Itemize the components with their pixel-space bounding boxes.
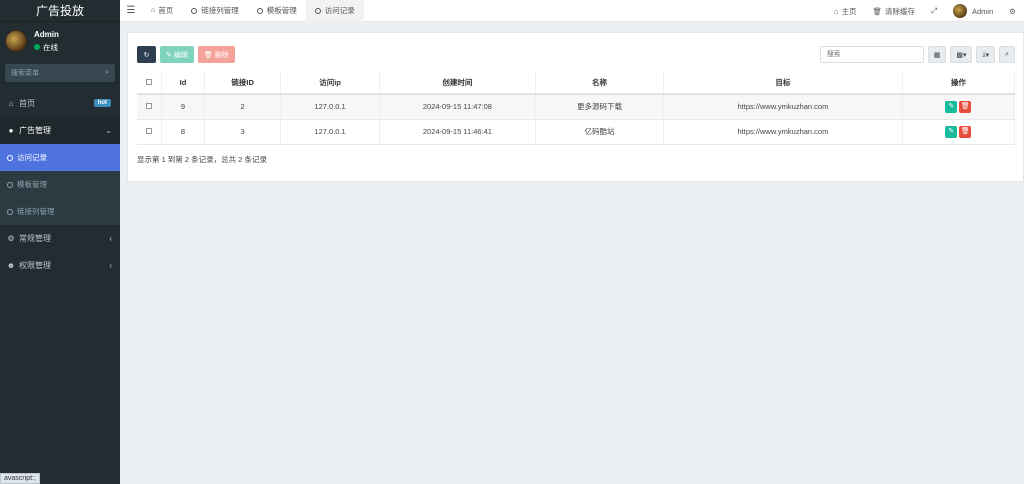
delete-button[interactable]: 🗑 删除 [197, 46, 235, 63]
table-icon: ▦ [933, 51, 941, 59]
grid-icon: ▩ [956, 51, 963, 59]
sidebar-item-visit-log[interactable]: 访问记录 [0, 144, 120, 171]
edit-button[interactable]: ✎ 编辑 [160, 46, 194, 63]
user-status: 在线 [34, 42, 59, 53]
cell-link-id: 2 [204, 94, 282, 120]
cell-id: 8 [161, 119, 206, 145]
circle-icon [7, 208, 13, 215]
sidebar-item-general[interactable]: ⚙ 常规管理 ‹ [0, 225, 120, 252]
tab-home[interactable]: ⌂ 首页 [142, 0, 182, 22]
home-icon: ⌂ [833, 6, 839, 16]
sidebar-item-link-management[interactable]: 链接列管理 [0, 198, 120, 225]
clear-cache-button[interactable]: 🗑 清除缓存 [864, 6, 923, 17]
row-edit-icon[interactable]: ✎ [945, 100, 958, 113]
chevron-left-icon: ‹ [109, 234, 112, 243]
cell-name: 亿码酷站 [535, 119, 665, 145]
row-checkbox[interactable] [145, 128, 152, 134]
sidebar-item-ad-management[interactable]: ● 广告管理 ⌄ [0, 117, 120, 144]
cell-target: https://www.ymkuzhan.com [663, 119, 903, 145]
cell-link-id: 3 [204, 119, 282, 145]
toggle-view-button[interactable]: ▦ [927, 46, 947, 63]
home-link[interactable]: ⌂ 主页 [826, 6, 865, 17]
cell-ip: 127.0.0.1 [280, 119, 381, 145]
tab-template-management[interactable]: 模板管理 [248, 0, 306, 22]
ad-icon: ● [8, 126, 14, 135]
avatar [953, 4, 967, 18]
column-header[interactable]: 目标 [663, 71, 903, 95]
tab-visit-log[interactable]: 访问记录 [305, 0, 364, 22]
column-header: 操作 [902, 71, 1016, 95]
circle-icon [314, 7, 321, 14]
export-button[interactable]: ⤓ ▾ [976, 46, 996, 63]
chevron-left-icon: ‹ [109, 261, 112, 270]
circle-icon [7, 181, 13, 188]
tab-link-management[interactable]: 链接列管理 [182, 0, 248, 22]
sidebar-item-home[interactable]: ⌂ 首页 hot [0, 90, 120, 117]
home-icon: ⌂ [151, 7, 156, 14]
refresh-button[interactable]: ↻ [137, 46, 156, 63]
settings-gear-icon[interactable]: ⚙ [1001, 7, 1024, 16]
gears-icon: ⚙ [7, 234, 15, 243]
search-button[interactable]: ⌕ [999, 46, 1015, 63]
row-delete-icon[interactable]: 🗑 [959, 100, 972, 113]
user-panel: Admin 在线 [0, 22, 120, 60]
users-icon: ☻ [6, 261, 16, 270]
avatar [5, 30, 27, 52]
home-icon: ⌂ [8, 99, 14, 108]
refresh-icon: ↻ [143, 51, 150, 59]
column-header[interactable]: 链接ID [204, 71, 282, 95]
hot-badge: hot [93, 99, 111, 107]
user-menu[interactable]: Admin [945, 4, 1001, 18]
cell-target: https://www.ymkuzhan.com [663, 94, 903, 120]
pagination-summary: 显示第 1 到第 2 条记录，总共 2 条记录 [137, 155, 268, 164]
user-name: Admin [34, 29, 59, 39]
sidebar-search-input[interactable]: 搜索菜单 ⌕ [5, 64, 115, 82]
circle-icon [256, 7, 263, 14]
cell-id: 9 [161, 94, 206, 120]
top-navbar: ☰ ⌂ 首页 链接列管理 模板管理 访问记录 ⌂ 主页 🗑 清除缓存 ⤢ Admin … [120, 0, 1024, 22]
online-dot-icon [34, 44, 40, 50]
search-icon[interactable]: ⌕ [105, 69, 109, 77]
caret-down-icon: ▾ [962, 51, 967, 59]
row-edit-icon[interactable]: ✎ [945, 125, 958, 138]
column-header[interactable]: 访问ip [280, 71, 381, 95]
sidebar: 广告投放 Admin 在线 搜索菜单 ⌕ ⌂ 首页 hot ● 广告管理 ⌄ 访… [0, 0, 120, 484]
row-checkbox[interactable] [145, 103, 152, 110]
columns-button[interactable]: ▩ ▾ [950, 46, 973, 63]
select-all-checkbox[interactable] [145, 78, 152, 85]
content-panel: ↻ ✎编辑 🗑删除 ▦ ▩▾ ⤓▾ ⌕ Id 链接ID 访问ip 创建时间 名称… [127, 32, 1024, 182]
search-icon: ⌕ [1005, 50, 1009, 58]
caret-down-icon: ▾ [985, 51, 990, 59]
fullscreen-icon[interactable]: ⤢ [923, 6, 945, 16]
circle-icon [7, 154, 13, 161]
cell-created: 2024-09-15 11:47:08 [379, 94, 536, 120]
column-header[interactable]: 创建时间 [379, 71, 536, 95]
chevron-down-icon: ⌄ [105, 126, 112, 135]
sidebar-item-template-management[interactable]: 模板管理 [0, 171, 120, 198]
menu-toggle-icon[interactable]: ☰ [120, 5, 142, 16]
trash-icon: 🗑 [872, 6, 882, 16]
pencil-icon: ✎ [166, 51, 172, 59]
trash-icon: 🗑 [203, 51, 213, 59]
row-delete-icon[interactable]: 🗑 [959, 125, 972, 138]
table-row[interactable]: 8 3 127.0.0.1 2024-09-15 11:46:41 亿码酷站 h… [137, 119, 1016, 145]
browser-status-bar: avascript:; [0, 473, 40, 484]
cell-ip: 127.0.0.1 [280, 94, 381, 120]
records-table: Id 链接ID 访问ip 创建时间 名称 目标 操作 9 2 127.0.0.1… [137, 71, 1016, 145]
cell-name: 更多源码下载 [535, 94, 665, 120]
column-header[interactable]: Id [161, 71, 206, 95]
app-title: 广告投放 [0, 0, 120, 22]
table-row[interactable]: 9 2 127.0.0.1 2024-09-15 11:47:08 更多源码下载… [137, 94, 1016, 120]
column-header[interactable]: 名称 [535, 71, 665, 95]
table-header-row: Id 链接ID 访问ip 创建时间 名称 目标 操作 [137, 71, 1016, 95]
cell-created: 2024-09-15 11:46:41 [379, 119, 536, 145]
table-search-input[interactable] [819, 46, 924, 63]
sidebar-item-permissions[interactable]: ☻ 权限管理 ‹ [0, 252, 120, 279]
circle-icon [191, 7, 198, 14]
